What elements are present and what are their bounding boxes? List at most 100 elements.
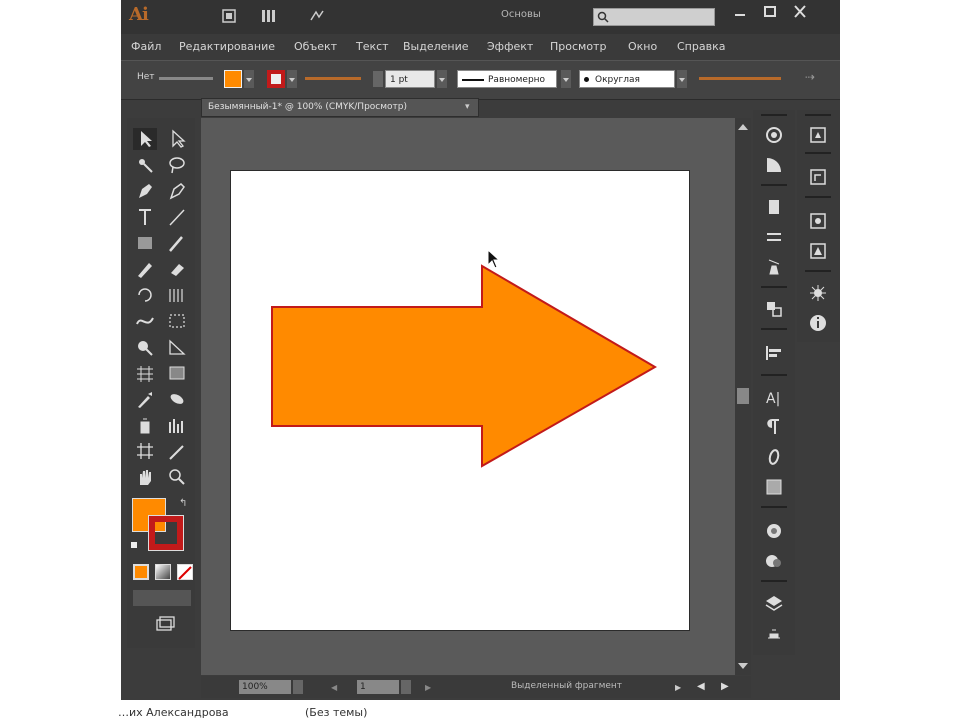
free-transform-tool-icon[interactable] [165,310,189,332]
stroke-color-box[interactable] [148,515,184,551]
direct-selection-tool-icon[interactable] [165,128,189,150]
selection-tool-icon[interactable] [133,128,157,150]
default-fill-stroke-icon[interactable] [131,542,137,548]
mesh-tool-icon[interactable] [133,362,157,384]
symbols-panel-icon[interactable] [763,256,785,278]
column-graph-tool-icon[interactable] [165,414,189,436]
zoom-dropdown[interactable] [293,680,303,694]
scroll-down-arrow[interactable] [738,663,748,669]
first-artboard-icon[interactable]: ◀ [331,683,337,692]
screen-mode-icon[interactable] [155,616,175,632]
stroke-dropdown-button[interactable] [287,70,297,88]
appearance-panel-icon[interactable] [763,550,785,572]
paintbrush-tool-icon[interactable] [165,232,189,254]
scroll-left-arrow[interactable]: ◀ [697,681,705,692]
menu-type[interactable]: Текст [356,40,389,53]
symbol-sprayer-tool-icon[interactable] [133,414,157,436]
zoom-field[interactable]: 100% [239,680,291,694]
asset-export-panel-icon[interactable] [807,166,829,188]
rotate-tool-icon[interactable] [133,284,157,306]
maximize-button[interactable] [758,3,782,21]
bridge-icon[interactable] [221,8,237,24]
slice-tool-icon[interactable] [165,440,189,462]
scroll-up-arrow[interactable] [738,124,748,130]
artboard[interactable] [231,171,689,630]
color-mode-icon[interactable] [133,564,149,580]
artboard-dropdown[interactable] [401,680,411,694]
document-tab[interactable]: Безымянный-1* @ 100% (CMYK/Просмотр) [201,98,479,117]
lasso-tool-icon[interactable] [165,154,189,176]
opentype-panel-icon[interactable] [763,446,785,468]
stroke-weight-stepper[interactable] [373,71,383,87]
layers-panel-icon[interactable] [763,592,785,614]
brush-definition[interactable]: Округлая [579,70,675,88]
status-mode-text[interactable]: Выделенный фрагмент [511,681,622,691]
pencil-tool-icon[interactable] [133,258,157,280]
scale-tool-icon[interactable] [165,284,189,306]
pen-tool-icon[interactable] [133,180,157,202]
tab-close-icon[interactable]: ▾ [465,102,470,112]
graphic-styles-panel-icon[interactable] [807,240,829,262]
brushes-panel-icon[interactable] [763,226,785,248]
transparency-panel-icon[interactable] [763,520,785,542]
menu-view[interactable]: Просмотр [550,40,606,53]
hand-tool-icon[interactable] [133,466,157,488]
paragraph-panel-icon[interactable] [763,416,785,438]
fill-dropdown-button[interactable] [244,70,254,88]
perspective-grid-tool-icon[interactable] [165,336,189,358]
gradient-mode-icon[interactable] [155,564,171,580]
width-tool-icon[interactable] [133,310,157,332]
curvature-tool-icon[interactable] [165,180,189,202]
character-panel-icon[interactable]: A| [763,386,785,408]
variable-width-profile[interactable]: Равномерно [457,70,557,88]
arrange-documents-icon[interactable] [261,8,277,24]
stroke-link[interactable] [305,77,361,80]
workspace-switcher[interactable]: Основы [501,9,541,20]
shape-builder-tool-icon[interactable] [133,336,157,358]
menu-object[interactable]: Объект [294,40,337,53]
next-artboard-icon[interactable]: ▶ [425,683,431,692]
libraries-panel-icon[interactable] [807,124,829,146]
drawing-modes-bar[interactable] [133,590,191,606]
gpu-performance-icon[interactable] [309,8,325,24]
artboard-tool-icon[interactable] [133,440,157,462]
menu-select[interactable]: Выделение [403,40,469,53]
blend-tool-icon[interactable] [165,388,189,410]
status-menu-icon[interactable]: ▶ [675,683,681,692]
vertical-scrollbar[interactable] [735,118,751,675]
magic-wand-tool-icon[interactable] [133,154,157,176]
menu-window[interactable]: Окно [628,40,657,53]
zoom-tool-icon[interactable] [165,466,189,488]
help-search-input[interactable] [593,8,715,26]
menu-edit[interactable]: Редактирование [179,40,275,53]
none-mode-icon[interactable] [177,564,193,580]
menu-effect[interactable]: Эффект [487,40,533,53]
stroke-weight-field[interactable]: 1 pt [385,70,435,88]
color-guide-panel-icon[interactable] [763,154,785,176]
gradient-panel-icon[interactable] [763,476,785,498]
canvas-area[interactable] [201,118,735,675]
stroke-color-swatch[interactable] [267,70,285,88]
brush-dropdown[interactable] [677,70,687,88]
navigator-panel-icon[interactable] [807,282,829,304]
color-panel-icon[interactable] [763,124,785,146]
eyedropper-tool-icon[interactable] [133,388,157,410]
panel-menu-icon[interactable]: ⇢ [805,70,815,84]
menu-file[interactable]: Файл [131,40,161,53]
type-tool-icon[interactable] [133,206,157,228]
stroke-weight-dropdown[interactable] [437,70,447,88]
fill-color-swatch[interactable] [224,70,242,88]
rectangle-tool-icon[interactable] [133,232,157,254]
scroll-right-arrow[interactable]: ▶ [721,681,729,692]
style-link[interactable] [699,77,781,80]
image-trace-panel-icon[interactable] [807,210,829,232]
align-panel-icon[interactable] [763,342,785,364]
profile-dropdown[interactable] [561,70,571,88]
minimize-button[interactable] [728,3,752,21]
close-button[interactable] [788,3,812,21]
gradient-tool-icon[interactable] [165,362,189,384]
artboard-number-field[interactable]: 1 [357,680,399,694]
info-panel-icon[interactable] [807,312,829,334]
line-segment-tool-icon[interactable] [165,206,189,228]
eraser-tool-icon[interactable] [165,258,189,280]
